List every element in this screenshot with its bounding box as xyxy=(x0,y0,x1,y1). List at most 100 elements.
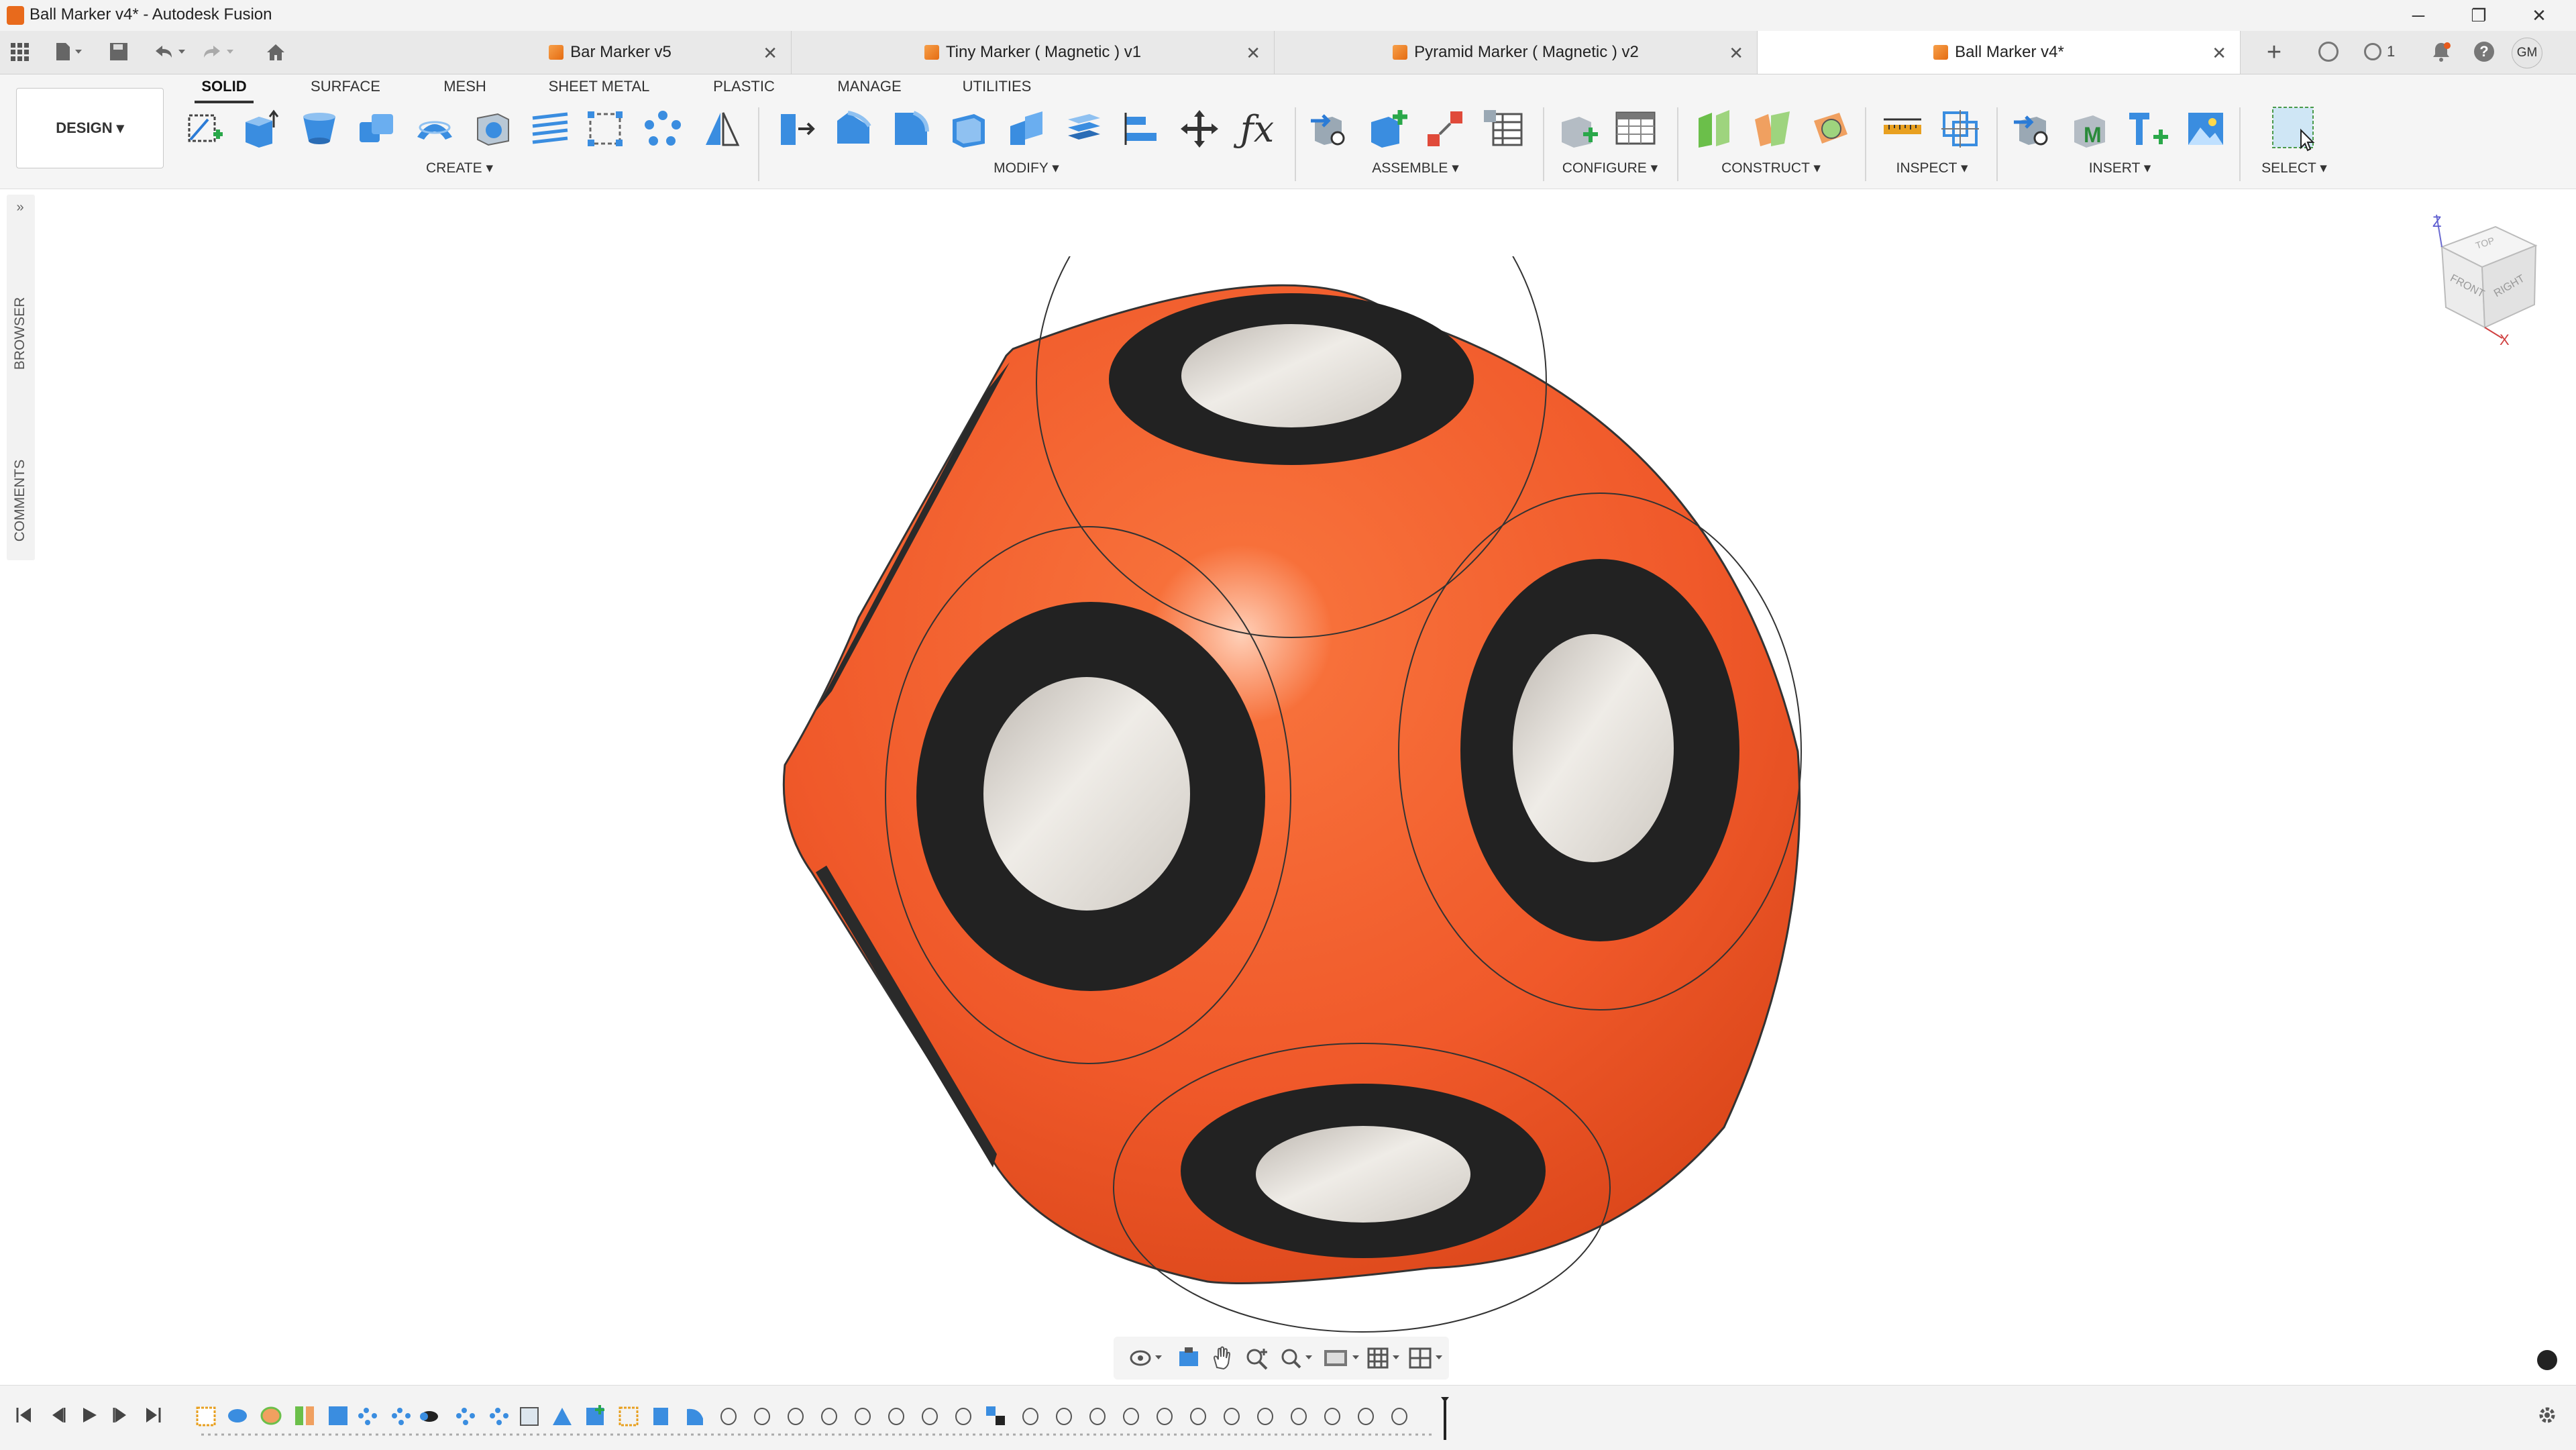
timeline-next-icon[interactable] xyxy=(111,1405,131,1425)
browser-panel-tab[interactable]: BROWSER xyxy=(12,297,30,370)
doc-tab-pyramid-marker[interactable]: Pyramid Marker ( Magnetic ) v2 ✕ xyxy=(1275,31,1758,74)
timeline-play-icon[interactable] xyxy=(79,1405,99,1425)
redo-icon[interactable] xyxy=(200,40,240,63)
change-parameters-icon[interactable]: ƒx xyxy=(1233,105,1281,153)
save-icon[interactable] xyxy=(107,40,130,63)
close-window-button[interactable]: ✕ xyxy=(2509,0,2569,31)
fillet-icon[interactable] xyxy=(829,105,877,153)
job-status-icon[interactable]: 1 xyxy=(2364,42,2411,62)
press-pull-icon[interactable] xyxy=(771,105,820,153)
insert-canvas-icon[interactable] xyxy=(2182,105,2230,153)
timeline-previous-icon[interactable] xyxy=(47,1405,67,1425)
viewports-icon[interactable] xyxy=(1407,1345,1448,1371)
inspect-group-label[interactable]: INSPECT ▾ xyxy=(1865,160,1999,176)
thread-icon[interactable] xyxy=(526,105,574,153)
assemble-group-label[interactable]: ASSEMBLE ▾ xyxy=(1355,160,1476,176)
tab-sheet-metal[interactable]: SHEET METAL xyxy=(542,78,656,101)
user-avatar[interactable]: GM xyxy=(2512,38,2542,68)
tangent-plane-icon[interactable] xyxy=(1806,105,1854,153)
home-icon[interactable] xyxy=(264,42,287,63)
configure-group-label[interactable]: CONFIGURE ▾ xyxy=(1543,160,1677,176)
insert-derive-icon[interactable] xyxy=(2008,105,2057,153)
create-group-label[interactable]: CREATE ▾ xyxy=(402,160,517,176)
undo-icon[interactable] xyxy=(152,40,192,63)
tab-manage[interactable]: MANAGE xyxy=(830,78,908,101)
circular-pattern-icon[interactable] xyxy=(639,105,687,153)
extrude-icon[interactable] xyxy=(236,105,284,153)
tab-mesh[interactable]: MESH xyxy=(436,78,494,101)
plane-at-angle-icon[interactable] xyxy=(1748,105,1796,153)
close-tab-icon[interactable]: ✕ xyxy=(2212,43,2226,64)
expand-panel-icon[interactable]: » xyxy=(11,200,30,216)
create-sketch-icon[interactable] xyxy=(181,105,229,153)
shell-icon[interactable] xyxy=(945,105,993,153)
insert-mcmaster-icon[interactable]: M xyxy=(2066,105,2114,153)
timeline-last-icon[interactable] xyxy=(144,1405,164,1425)
bill-of-materials-icon[interactable] xyxy=(1479,105,1527,153)
move-copy-icon[interactable] xyxy=(1175,105,1224,153)
chat-icon[interactable] xyxy=(2537,1350,2557,1370)
mirror-icon[interactable] xyxy=(698,105,746,153)
sweep-icon[interactable] xyxy=(411,105,459,153)
display-settings-icon[interactable] xyxy=(1322,1345,1364,1371)
canvas-viewport[interactable] xyxy=(0,189,2576,1384)
grid-settings-icon[interactable] xyxy=(1366,1345,1406,1371)
measure-icon[interactable] xyxy=(1878,105,1927,153)
construct-group-label[interactable]: CONSTRUCT ▾ xyxy=(1704,160,1838,176)
select-box-icon[interactable] xyxy=(2270,105,2318,153)
interference-icon[interactable] xyxy=(1936,105,1984,153)
scale-icon[interactable] xyxy=(1060,105,1108,153)
component-icon xyxy=(1933,45,1949,60)
view-cube-z-label: Z xyxy=(2432,213,2442,230)
align-icon[interactable] xyxy=(1118,105,1166,153)
rectangular-pattern-icon[interactable] xyxy=(581,105,629,153)
offset-plane-icon[interactable] xyxy=(1690,105,1739,153)
new-component-icon[interactable] xyxy=(1363,105,1411,153)
tab-surface[interactable]: SURFACE xyxy=(305,78,386,101)
tab-utilities[interactable]: UTILITIES xyxy=(958,78,1036,101)
look-at-icon[interactable] xyxy=(1175,1345,1202,1371)
close-tab-icon[interactable]: ✕ xyxy=(763,43,777,64)
hole-icon[interactable] xyxy=(468,105,517,153)
doc-tab-ball-marker[interactable]: Ball Marker v4* ✕ xyxy=(1758,31,2241,74)
configure-icon[interactable] xyxy=(1554,105,1602,153)
joint-icon[interactable] xyxy=(1421,105,1469,153)
comments-panel-tab[interactable]: COMMENTS xyxy=(12,457,30,544)
draft-icon[interactable] xyxy=(1002,105,1051,153)
workspace-switcher-button[interactable]: DESIGN ▾ xyxy=(16,88,164,168)
close-tab-icon[interactable]: ✕ xyxy=(1246,43,1260,64)
configuration-table-icon[interactable] xyxy=(1611,105,1660,153)
zoom-window-icon[interactable] xyxy=(1279,1345,1315,1371)
file-menu-icon[interactable] xyxy=(54,40,83,63)
insert-fastener-icon[interactable] xyxy=(2124,105,2172,153)
online-status-icon[interactable] xyxy=(2318,42,2339,62)
pan-icon[interactable] xyxy=(1209,1345,1236,1371)
orbit-icon[interactable] xyxy=(1128,1345,1165,1371)
doc-tab-bar-marker[interactable]: Bar Marker v5 ✕ xyxy=(429,31,792,74)
notifications-icon[interactable] xyxy=(2431,40,2451,63)
timeline-settings-icon[interactable] xyxy=(2536,1404,2559,1427)
tab-solid[interactable]: SOLID xyxy=(195,78,254,103)
app-grid-icon[interactable] xyxy=(9,42,30,62)
select-group-label[interactable]: SELECT ▾ xyxy=(2227,160,2361,176)
combine-icon[interactable] xyxy=(353,105,401,153)
timeline-first-icon[interactable] xyxy=(13,1405,34,1425)
new-tab-icon[interactable]: + xyxy=(2262,40,2286,65)
doc-tab-tiny-marker[interactable]: Tiny Marker ( Magnetic ) v1 ✕ xyxy=(792,31,1275,74)
view-cube[interactable]: Z X TOP FRONT RIGHT xyxy=(2422,213,2556,354)
revolve-icon[interactable] xyxy=(295,105,343,153)
insert-component-icon[interactable] xyxy=(1305,105,1354,153)
timeline-feature-track[interactable] xyxy=(195,1400,1456,1440)
component-icon xyxy=(924,45,939,60)
close-tab-icon[interactable]: ✕ xyxy=(1729,43,1743,64)
ball-marker-model[interactable] xyxy=(751,256,1825,1363)
insert-group-label[interactable]: INSERT ▾ xyxy=(2053,160,2187,176)
help-icon[interactable]: ? xyxy=(2474,42,2494,62)
restore-button[interactable]: ❐ xyxy=(2449,0,2509,31)
timeline-marker[interactable] xyxy=(1440,1397,1450,1440)
zoom-icon[interactable] xyxy=(1244,1345,1271,1371)
chamfer-icon[interactable] xyxy=(887,105,935,153)
modify-group-label[interactable]: MODIFY ▾ xyxy=(966,160,1087,176)
tab-plastic[interactable]: PLASTIC xyxy=(707,78,781,101)
minimize-button[interactable]: ─ xyxy=(2388,0,2449,31)
